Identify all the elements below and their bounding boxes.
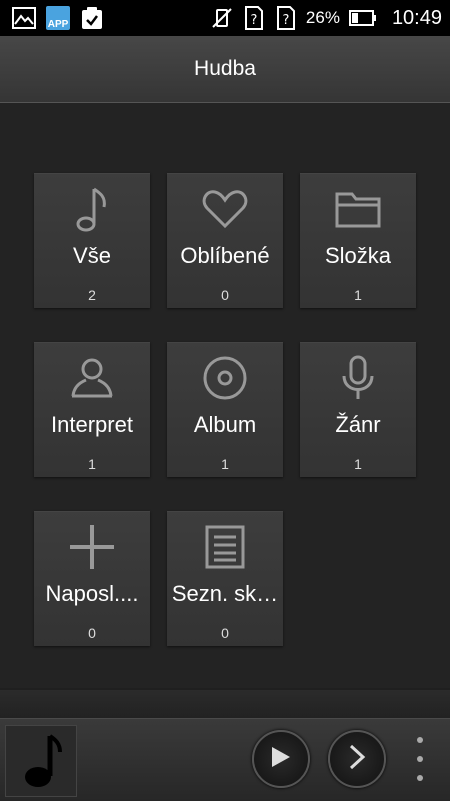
heart-icon (201, 188, 249, 235)
clock: 10:49 (391, 6, 442, 29)
category-tile-artist[interactable]: Interpret 1 (34, 342, 150, 477)
next-icon (347, 744, 367, 775)
playlist-icon (204, 524, 246, 575)
disc-icon (202, 355, 248, 406)
category-tile-album[interactable]: Album 1 (167, 342, 283, 477)
category-label: Album (193, 412, 257, 437)
battery-percent: 26% (305, 8, 340, 27)
category-count: 0 (221, 625, 229, 641)
folder-icon (334, 188, 382, 235)
category-label: Žánr (335, 412, 381, 437)
sim-unknown-icon: ? (274, 6, 298, 30)
overflow-menu-icon[interactable] (408, 737, 432, 781)
divider (0, 690, 450, 718)
sim-unknown-icon: ? (242, 6, 266, 30)
category-grid: Vše 2 Oblíbené 0 Složka 1 Interpret 1 Al… (0, 103, 450, 688)
gallery-icon (12, 6, 36, 30)
next-button[interactable] (328, 730, 386, 788)
category-count: 1 (354, 456, 362, 472)
app-store-icon: APP (46, 6, 70, 30)
album-art-icon[interactable] (5, 725, 77, 797)
category-label: Naposl.... (45, 581, 139, 606)
category-count: 1 (221, 456, 229, 472)
category-count: 2 (88, 287, 96, 303)
category-tile-all[interactable]: Vše 2 (34, 173, 150, 308)
status-bar: APP ? ? 26% 10:49 (0, 0, 450, 36)
play-button[interactable] (252, 730, 310, 788)
category-label: Interpret (51, 412, 133, 437)
category-label: Sezn. sk… (171, 581, 279, 606)
category-tile-folder[interactable]: Složka 1 (300, 173, 416, 308)
battery-icon (348, 6, 378, 30)
category-count: 0 (88, 625, 96, 641)
category-label: Oblíbené (180, 243, 270, 268)
category-tile-favorites[interactable]: Oblíbené 0 (167, 173, 283, 308)
app-title-bar: Hudba (0, 36, 450, 103)
svg-text:?: ? (282, 13, 289, 28)
category-count: 1 (88, 456, 96, 472)
play-icon (270, 745, 292, 774)
category-tile-playlists[interactable]: Sezn. sk… 0 (167, 511, 283, 646)
category-count: 0 (221, 287, 229, 303)
category-tile-recent[interactable]: Naposl.... 0 (34, 511, 150, 646)
plus-icon (68, 523, 116, 576)
svg-text:?: ? (250, 13, 257, 28)
clipboard-check-icon (80, 6, 104, 30)
category-label: Složka (324, 243, 392, 268)
category-count: 1 (354, 287, 362, 303)
microphone-icon (340, 354, 376, 407)
category-tile-genre[interactable]: Žánr 1 (300, 342, 416, 477)
page-title: Hudba (194, 57, 256, 80)
artist-icon (69, 356, 115, 405)
music-note-icon (70, 185, 114, 238)
mini-player (0, 718, 450, 801)
vibrate-off-icon (210, 6, 234, 30)
category-label: Vše (73, 243, 111, 268)
